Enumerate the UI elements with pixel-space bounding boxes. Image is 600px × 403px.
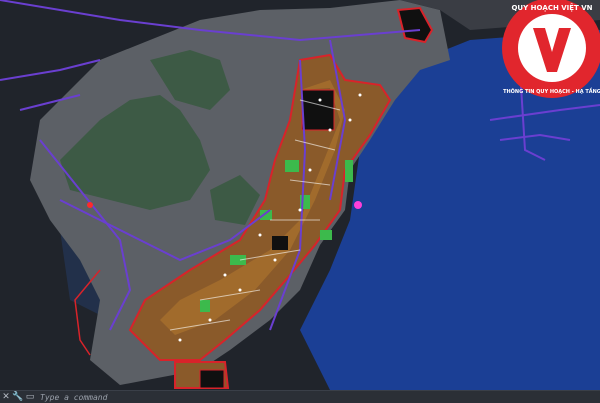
quy-hoach-logo: QUY HOẠCH VIỆT VN THÔNG TIN QUY HOẠCH - … xyxy=(502,0,600,98)
wrench-icon[interactable]: 🔧 xyxy=(12,392,24,403)
map-canvas[interactable]: QUY HOẠCH VIỆT VN THÔNG TIN QUY HOẠCH - … xyxy=(0,0,600,390)
command-bar: ✕ 🔧 ▭ xyxy=(0,390,600,403)
command-prompt-icon[interactable]: ▭ xyxy=(24,392,36,403)
logo-top-text: QUY HOẠCH VIỆT VN xyxy=(511,3,592,12)
close-icon[interactable]: ✕ xyxy=(0,392,12,403)
command-input[interactable] xyxy=(36,392,344,402)
